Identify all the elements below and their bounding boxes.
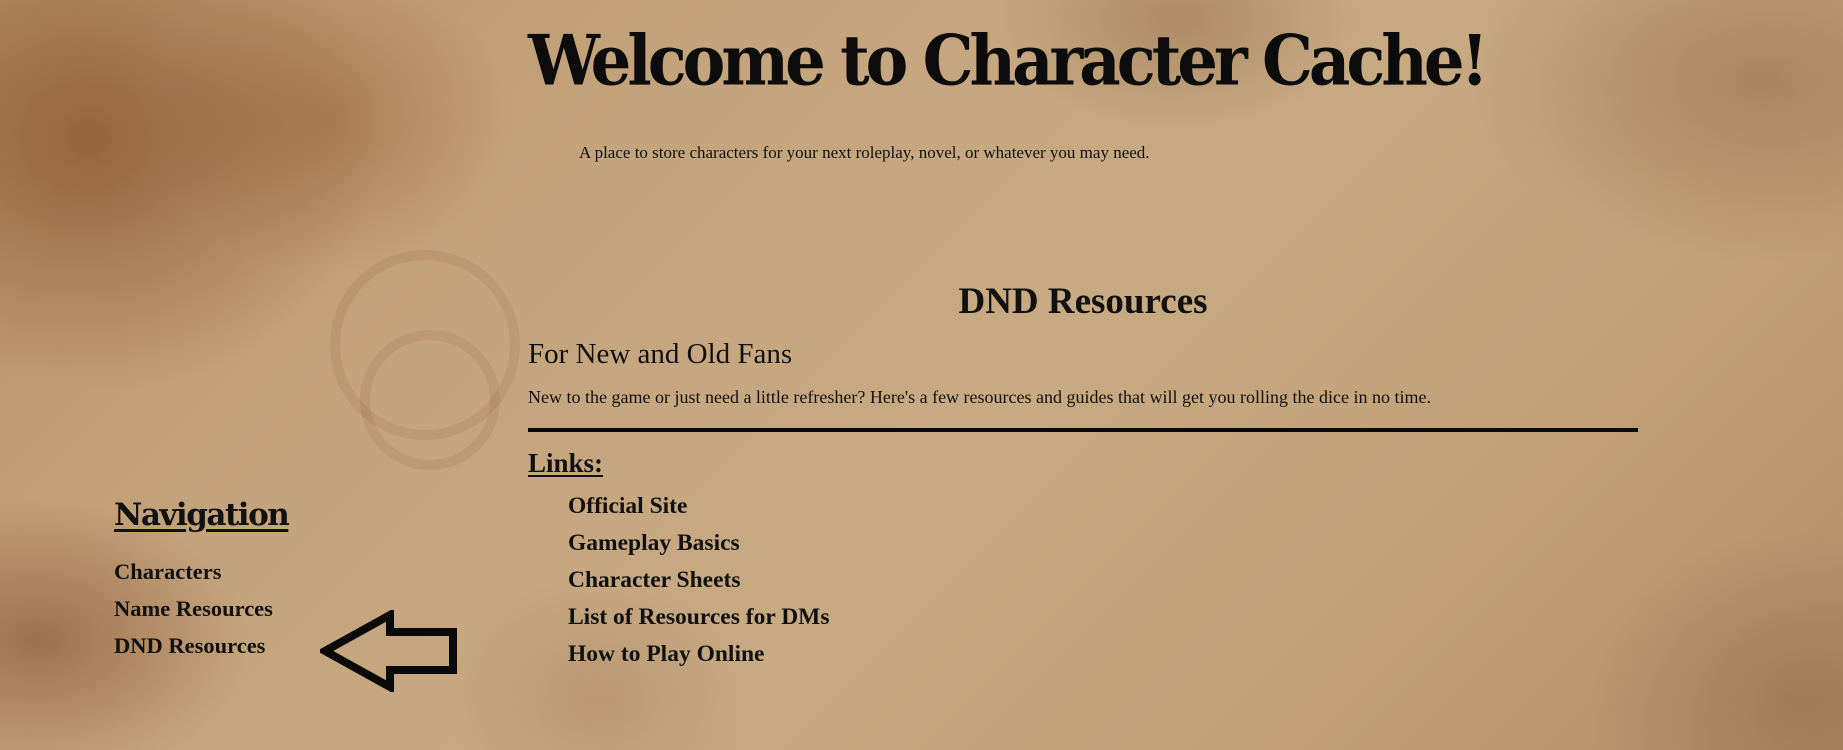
left-arrow-icon — [320, 610, 457, 692]
background-stain — [360, 330, 500, 470]
navigation-list: Characters Name Resources DND Resources — [114, 559, 273, 670]
link-official-site[interactable]: Official Site — [568, 493, 830, 530]
page-tagline: A place to store characters for your nex… — [579, 143, 1150, 162]
navigation-heading: Navigation — [114, 497, 290, 533]
links-list: Official Site Gameplay Basics Character … — [568, 493, 830, 678]
horizontal-divider — [528, 428, 1638, 432]
link-character-sheets[interactable]: Character Sheets — [568, 567, 830, 604]
links-label: Links: — [528, 448, 604, 478]
section-intro: New to the game or just need a little re… — [528, 387, 1431, 407]
nav-item-characters[interactable]: Characters — [114, 559, 273, 596]
page-title: Welcome to Character Cache! — [528, 20, 1489, 102]
link-dm-resources[interactable]: List of Resources for DMs — [568, 604, 830, 641]
link-how-to-play-online[interactable]: How to Play Online — [568, 641, 830, 678]
section-subheading: For New and Old Fans — [528, 338, 793, 370]
nav-item-name-resources[interactable]: Name Resources — [114, 596, 273, 633]
section-title: DND Resources — [958, 281, 1208, 322]
nav-item-dnd-resources[interactable]: DND Resources — [114, 633, 273, 670]
link-gameplay-basics[interactable]: Gameplay Basics — [568, 530, 830, 567]
